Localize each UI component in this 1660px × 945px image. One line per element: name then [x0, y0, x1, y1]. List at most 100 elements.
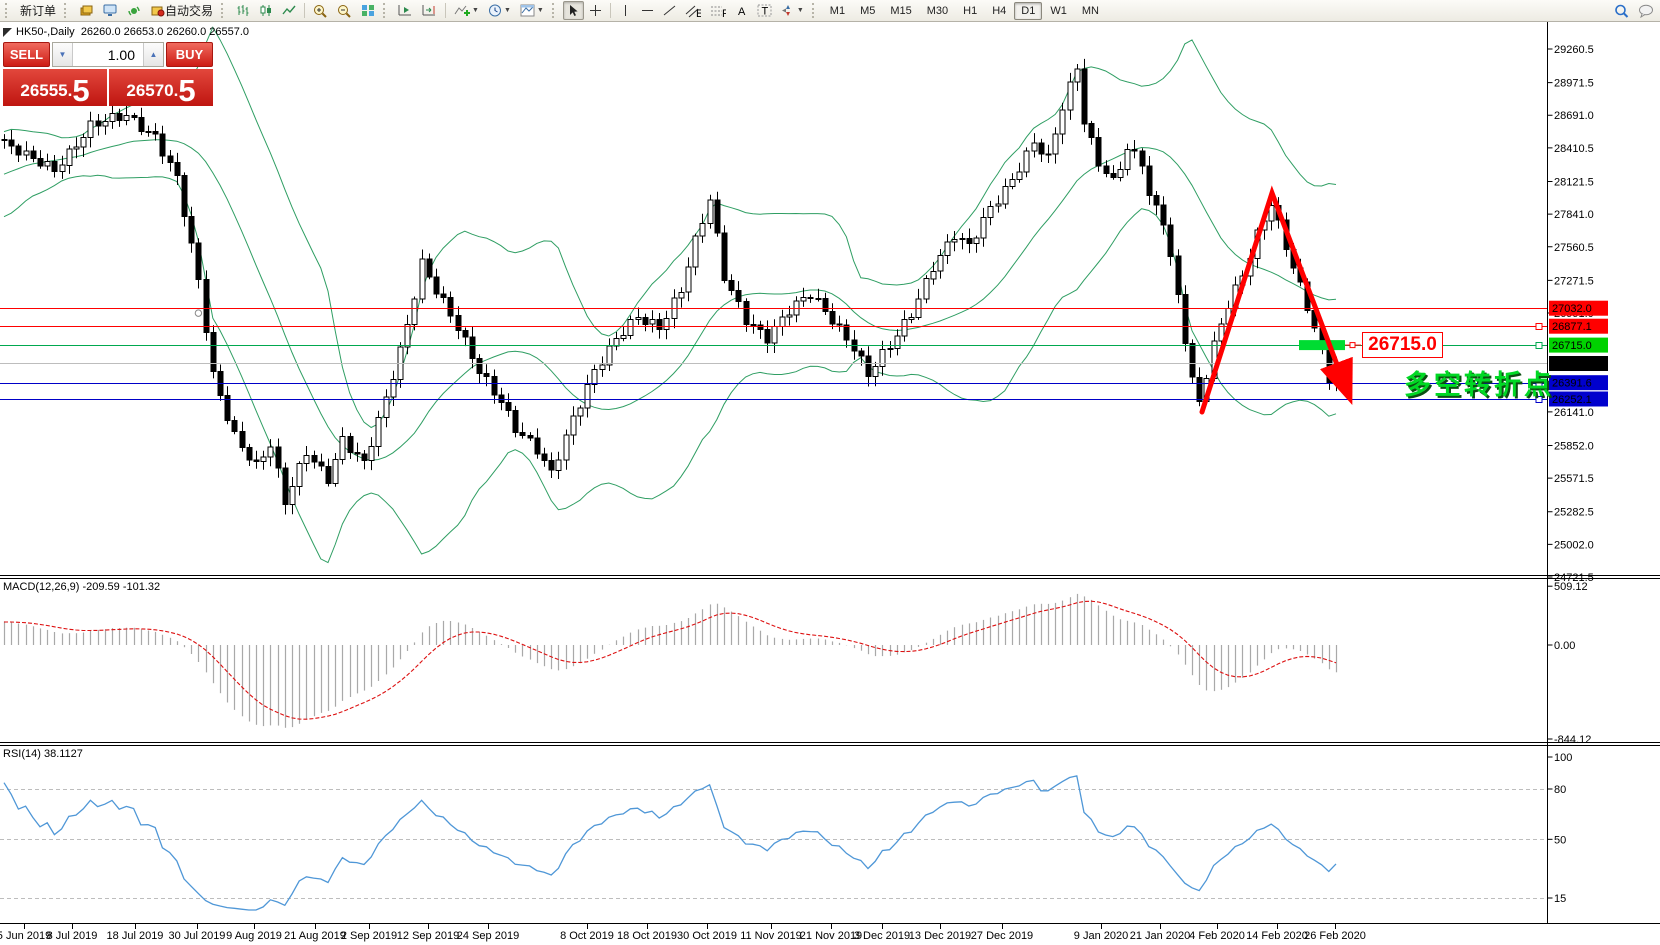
- sell-price-main: 26555: [20, 81, 68, 100]
- buy-price-main: 26570: [126, 81, 174, 100]
- buy-price-display[interactable]: 26570 . 5: [109, 69, 213, 106]
- zoom-out-icon[interactable]: [333, 1, 356, 20]
- price-badge-label: 26715.0: [1552, 340, 1592, 352]
- date-axis-label: 3 Dec 2019: [854, 930, 910, 942]
- chart-shift-icon[interactable]: [418, 1, 441, 20]
- price-badge-label: 26252.1: [1552, 394, 1592, 406]
- price-axis-label: 28410.5: [1554, 143, 1594, 155]
- market-watch-icon[interactable]: [75, 1, 98, 20]
- volume-decrease-button[interactable]: ▼: [53, 43, 73, 66]
- timeframe-button-m1[interactable]: M1: [823, 2, 852, 20]
- macd-layer: [3, 593, 1338, 728]
- highlight-bar[interactable]: [1299, 340, 1345, 351]
- arrows-tool-icon[interactable]: ▼: [777, 1, 808, 20]
- toolbar-drag-handle[interactable]: [383, 3, 389, 18]
- date-axis-label: 30 Oct 2019: [677, 930, 737, 942]
- vertical-line-tool-icon[interactable]: [615, 1, 636, 20]
- price-axis-label: 28691.0: [1554, 110, 1594, 122]
- timeframe-button-d1[interactable]: D1: [1014, 1, 1043, 20]
- timeframe-button-m5[interactable]: M5: [853, 2, 882, 20]
- timeframe-toolbar: M1 M5 M15 M30 H1 H4 D1 W1 MN: [823, 1, 1106, 20]
- toolbar-separator: [609, 3, 611, 18]
- chart-canvas[interactable]: 29260.5 28971.5 28691.0 28410.5 28121.5 27841…: [0, 0, 1660, 945]
- date-axis-label: 11 Nov 2019: [740, 930, 802, 942]
- new-order-button[interactable]: 新订单: [16, 1, 60, 20]
- buy-button[interactable]: BUY: [166, 42, 213, 67]
- chat-icon[interactable]: [1634, 1, 1658, 20]
- date-axis-label: 21 Jan 2020: [1130, 930, 1191, 942]
- channel-tool-icon[interactable]: E: [681, 1, 705, 20]
- date-axis-label: 14 Feb 2020: [1246, 930, 1308, 942]
- price-annotation-box[interactable]: 26715.0: [1362, 332, 1443, 358]
- text-tool-icon[interactable]: A: [731, 1, 752, 20]
- price-badge-label: 27032.0: [1552, 303, 1592, 315]
- trendline-tool-icon[interactable]: [659, 1, 680, 20]
- date-axis-label: 27 Dec 2019: [971, 930, 1033, 942]
- horizontal-line-tool-icon[interactable]: [637, 1, 658, 20]
- timeframe-button-w1[interactable]: W1: [1043, 2, 1074, 20]
- chart-ohlc-values: 26260.0 26653.0 26260.0 26557.0: [80, 26, 250, 38]
- date-axis-label: 30 Jul 2019: [169, 930, 226, 942]
- price-badge-label: 26557.0: [1552, 359, 1592, 371]
- toolbar-drag-handle[interactable]: [5, 3, 11, 18]
- sell-price-frac: 5: [72, 72, 90, 108]
- date-axis-label: 2 Sep 2019: [341, 930, 397, 942]
- sell-price-display[interactable]: 26555 . 5: [3, 69, 107, 106]
- crosshair-icon[interactable]: [585, 1, 606, 20]
- price-axis-label: 28971.5: [1554, 78, 1594, 90]
- toolbar-drag-handle[interactable]: [221, 3, 227, 18]
- toolbar-drag-handle[interactable]: [551, 3, 558, 18]
- zoom-in-icon[interactable]: [309, 1, 332, 20]
- fibonacci-tool-icon[interactable]: F: [706, 1, 730, 20]
- cursor-icon[interactable]: [562, 1, 584, 20]
- buy-price-frac: 5: [178, 72, 196, 108]
- macd-label: MACD(12,26,9) -209.59 -101.32: [3, 581, 161, 593]
- price-axis-label: 27841.0: [1554, 209, 1594, 221]
- timeframe-button-m30[interactable]: M30: [920, 2, 955, 20]
- bar-chart-icon[interactable]: [232, 1, 254, 20]
- indicators-icon[interactable]: ▼: [450, 1, 483, 20]
- panel-frame-layer: [0, 22, 1660, 924]
- candlestick-chart-icon[interactable]: [255, 1, 277, 20]
- search-icon[interactable]: [1610, 1, 1633, 20]
- signal-icon[interactable]: [123, 1, 146, 20]
- date-axis-label: 5 Jun 2019: [0, 930, 51, 942]
- sell-button[interactable]: SELL: [3, 42, 50, 67]
- rsi-axis-label: 50: [1554, 834, 1566, 846]
- timeframe-button-h4[interactable]: H4: [985, 2, 1013, 20]
- price-axis-label: 26141.0: [1554, 407, 1594, 419]
- trend-zigzag-arrow[interactable]: [1199, 185, 1353, 415]
- toolbar-separator: [445, 3, 447, 18]
- macd-axis-label: 0.00: [1554, 640, 1575, 652]
- toolbar-drag-handle[interactable]: [811, 3, 818, 18]
- line-chart-icon[interactable]: [278, 1, 300, 20]
- terminal-icon[interactable]: [99, 1, 122, 20]
- timeframe-button-h1[interactable]: H1: [956, 2, 984, 20]
- price-axis-label: 27271.5: [1554, 275, 1594, 287]
- periods-icon[interactable]: ▼: [484, 1, 515, 20]
- date-axis-label: 9 Jan 2020: [1074, 930, 1128, 942]
- templates-icon[interactable]: ▼: [516, 1, 548, 20]
- svg-text:T: T: [761, 6, 768, 18]
- tile-windows-icon[interactable]: [357, 1, 379, 20]
- date-axis-label: 12 Sep 2019: [397, 930, 459, 942]
- candles-layer: [1, 58, 1340, 515]
- volume-value[interactable]: 1.00: [73, 43, 143, 66]
- chinese-annotation-text: 多空转折点: [1404, 370, 1554, 401]
- one-click-collapse-arrow[interactable]: [3, 28, 12, 37]
- timeframe-button-m15[interactable]: M15: [883, 2, 918, 20]
- date-axis-label: 18 Oct 2019: [617, 930, 677, 942]
- volume-increase-button[interactable]: ▲: [143, 43, 163, 66]
- price-axis-label: 25852.0: [1554, 441, 1594, 453]
- text-label-tool-icon[interactable]: T: [753, 1, 776, 20]
- autotrading-button[interactable]: 自动交易: [147, 1, 217, 20]
- date-axis-label: 9 Aug 2019: [226, 930, 282, 942]
- dropdown-caret-icon: ▼: [536, 7, 544, 14]
- timeframe-button-mn[interactable]: MN: [1075, 2, 1106, 20]
- price-axis-label: 28121.5: [1554, 177, 1594, 189]
- price-axis-label: 25282.5: [1554, 507, 1594, 519]
- rsi-axis-label: 15: [1554, 893, 1566, 905]
- auto-scroll-icon[interactable]: [394, 1, 417, 20]
- toolbar-drag-handle[interactable]: [64, 3, 70, 18]
- volume-stepper: ▼ 1.00 ▲: [52, 42, 164, 67]
